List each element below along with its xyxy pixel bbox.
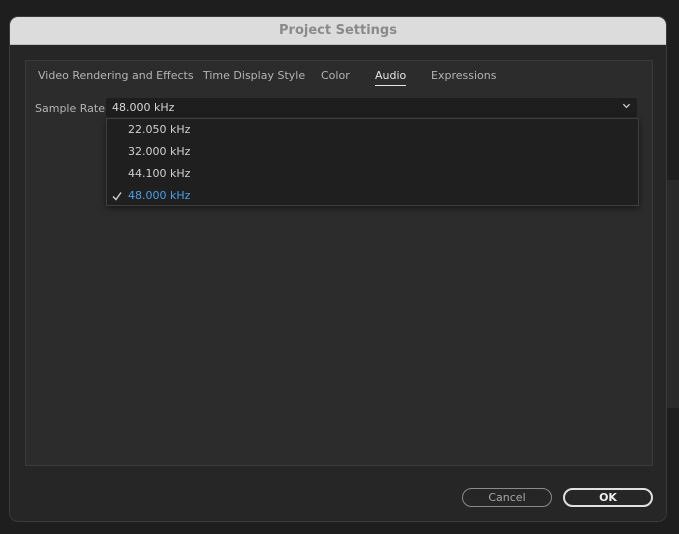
sample-rate-value: 48.000 kHz <box>112 101 175 114</box>
tab-video-rendering-and-effects[interactable]: Video Rendering and Effects <box>38 61 194 91</box>
settings-panel: Video Rendering and Effects Time Display… <box>25 60 653 466</box>
option-label: 32.000 kHz <box>128 145 191 158</box>
option-label: 48.000 kHz <box>128 189 191 202</box>
sample-rate-option-48000[interactable]: 48.000 kHz <box>107 185 638 207</box>
ok-button[interactable]: OK <box>563 488 653 507</box>
project-settings-dialog: Project Settings Video Rendering and Eff… <box>9 16 667 522</box>
sample-rate-select[interactable]: 48.000 kHz <box>106 98 637 117</box>
option-label: 22.050 kHz <box>128 123 191 136</box>
sample-rate-option-44100[interactable]: 44.100 kHz <box>107 163 638 185</box>
sample-rate-option-22050[interactable]: 22.050 kHz <box>107 119 638 141</box>
dialog-title: Project Settings <box>279 23 397 38</box>
tab-time-display-style[interactable]: Time Display Style <box>203 61 305 91</box>
tab-expressions[interactable]: Expressions <box>431 61 496 91</box>
tab-color[interactable]: Color <box>321 61 350 91</box>
cancel-button[interactable]: Cancel <box>462 488 552 507</box>
tab-audio[interactable]: Audio <box>375 61 407 91</box>
sample-rate-dropdown-menu: 22.050 kHz 32.000 kHz 44.100 kHz 48.000 … <box>106 118 639 206</box>
background-panel-edge <box>667 180 679 408</box>
chevron-down-icon <box>622 103 631 109</box>
sample-rate-label: Sample Rate: <box>35 102 109 115</box>
dialog-titlebar[interactable]: Project Settings <box>10 17 666 45</box>
option-label: 44.100 kHz <box>128 167 191 180</box>
sample-rate-option-32000[interactable]: 32.000 kHz <box>107 141 638 163</box>
checkmark-icon <box>112 192 122 201</box>
